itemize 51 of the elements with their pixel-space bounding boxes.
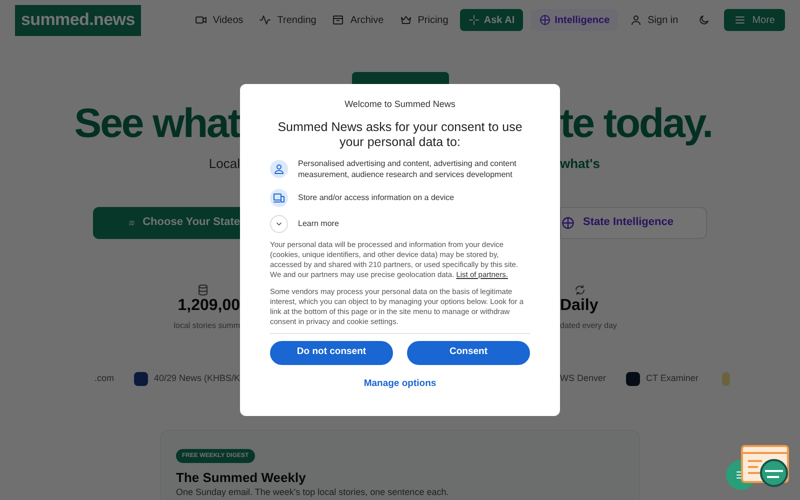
stat-label: dated every day: [560, 320, 617, 332]
chevron-icon: [270, 214, 288, 232]
sign-in-link[interactable]: Sign in: [630, 12, 678, 28]
purpose-text: Personalised advertising and content, advertising and content measurement, audience research and services development: [298, 158, 518, 180]
state-intelligence-button[interactable]: State Intelligence: [560, 206, 707, 238]
consent-choice-button[interactable]: Consent: [407, 340, 530, 364]
database-icon: [196, 284, 208, 296]
source-name: WS Denver: [560, 372, 606, 385]
ask-ai-button[interactable]: Ask AI: [460, 9, 523, 31]
purpose-text: Store and/or access information on a device: [298, 192, 454, 203]
archive-icon: [332, 14, 344, 26]
consent-choice-button[interactable]: Do not consent: [270, 340, 393, 364]
intelligence-button[interactable]: Intelligence: [530, 9, 618, 31]
more-button[interactable]: More: [724, 9, 785, 31]
learn-more-toggle[interactable]: Learn more: [270, 214, 339, 232]
source-name: CT Examiner: [646, 372, 698, 385]
pulse-icon: [259, 14, 272, 26]
source-name: 40/29 News (KHBS/K: [154, 372, 240, 385]
dialog-heading: Summed News asks for your consent to use your personal data to:: [276, 120, 524, 150]
manage-options-link[interactable]: Manage options: [364, 376, 436, 391]
nav-link[interactable]: Archive: [328, 8, 388, 32]
globe-icon: [538, 14, 551, 26]
menu-icon: [734, 14, 746, 26]
digest-title: The Summed Weekly: [176, 470, 307, 486]
moon-icon[interactable]: [698, 14, 710, 26]
headline: See what: [74, 100, 240, 146]
site-logo[interactable]: summed.news: [15, 4, 141, 36]
subtitle: Local: [208, 155, 240, 173]
sparkle-icon: [468, 14, 480, 26]
dialog-subtitle: Welcome to Summed News: [344, 98, 456, 111]
source-name: .com: [94, 372, 114, 385]
video-icon: [194, 14, 207, 26]
subtitle-link[interactable]: what's: [560, 154, 600, 174]
devices-icon: [270, 188, 288, 206]
news-logo-icon: [722, 372, 730, 386]
globe-icon: [561, 216, 575, 230]
refresh-icon: [574, 284, 586, 296]
user-icon: [630, 14, 642, 26]
stat-value: Daily: [560, 296, 598, 316]
nav-link[interactable]: Trending: [255, 8, 320, 32]
nav-link[interactable]: Videos: [190, 8, 248, 32]
crown-icon: [400, 14, 412, 26]
stat-value: 1,209,00: [178, 296, 240, 316]
headline: te today.: [560, 100, 712, 146]
news-logo-icon: [626, 372, 640, 386]
person-icon: [270, 160, 288, 178]
digest-text: One Sunday email. The week's top local stories, one sentence each.: [176, 486, 450, 498]
choose-state-button[interactable]: Choose Your State: [93, 206, 240, 238]
stat-label: local stories summ: [174, 320, 240, 332]
nav-link[interactable]: Pricing: [396, 8, 452, 32]
news-logo-icon: [134, 372, 148, 386]
